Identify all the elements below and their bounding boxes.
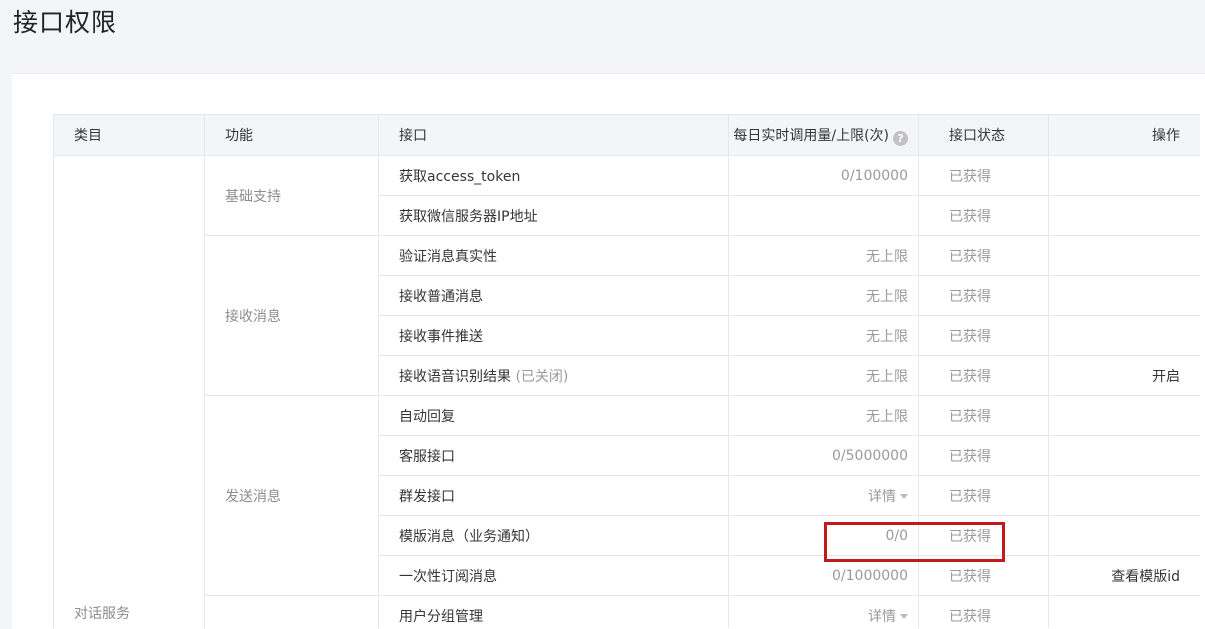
api-closed-note: (已关闭)	[515, 368, 569, 385]
api-name: 客服接口	[378, 435, 729, 476]
api-operation	[1048, 595, 1200, 628]
help-icon[interactable]: ?	[893, 130, 908, 146]
api-operation	[1048, 515, 1200, 556]
api-status: 已获得	[918, 555, 1049, 596]
function-group-send: 发送消息	[204, 395, 379, 596]
api-quota: 0/100000	[728, 155, 919, 196]
api-quota: 无上限	[728, 315, 919, 356]
api-operation	[1048, 395, 1200, 436]
api-status: 已获得	[918, 355, 1049, 396]
api-status: 已获得	[918, 395, 1049, 436]
api-name: 自动回复	[378, 395, 729, 436]
api-name: 模版消息（业务通知）	[378, 515, 729, 556]
api-name: 接收普通消息	[378, 275, 729, 316]
function-group-receive: 接收消息	[204, 235, 379, 396]
api-operation	[1048, 155, 1200, 196]
api-status: 已获得	[918, 275, 1049, 316]
api-operation	[1048, 315, 1200, 356]
table-row: 用户分组管理 详情 已获得	[54, 595, 1200, 628]
api-quota: 0/5000000	[728, 435, 919, 476]
api-operation	[1048, 435, 1200, 476]
api-permission-table: 类目 功能 接口 每日实时调用量/上限(次)? 接口状态 操作 对话服务 基础支…	[53, 114, 1200, 628]
api-status: 已获得	[918, 315, 1049, 356]
api-quota: 无上限	[728, 395, 919, 436]
caret-down-icon	[900, 613, 908, 619]
api-operation-cell: 查看模版id	[1048, 555, 1200, 596]
table-row: 发送消息 自动回复 无上限 已获得	[54, 395, 1200, 596]
api-operation	[1048, 275, 1200, 316]
api-quota: 无上限	[728, 355, 919, 396]
api-quota: 0/0	[728, 515, 919, 556]
details-dropdown[interactable]: 详情	[868, 609, 908, 625]
api-name: 获取access_token	[378, 155, 729, 196]
enable-link[interactable]: 开启	[1152, 369, 1180, 385]
caret-down-icon	[900, 493, 908, 499]
api-name: 接收事件推送	[378, 315, 729, 356]
category-cell: 对话服务	[53, 155, 205, 628]
api-quota: 0/1000000	[728, 555, 919, 596]
function-group-user	[204, 595, 379, 628]
details-dropdown[interactable]: 详情	[868, 489, 908, 505]
api-operation	[1048, 475, 1200, 516]
page-title: 接口权限	[13, 8, 118, 37]
api-name: 获取微信服务器IP地址	[378, 195, 729, 236]
api-status: 已获得	[918, 155, 1049, 196]
header-api: 接口	[378, 114, 729, 156]
api-status: 已获得	[918, 195, 1049, 236]
api-status: 已获得	[918, 515, 1049, 556]
api-operation-cell: 开启	[1048, 355, 1200, 396]
header-operation: 操作	[1048, 114, 1200, 156]
api-name: 一次性订阅消息	[378, 555, 729, 596]
api-name: 验证消息真实性	[378, 235, 729, 276]
api-status: 已获得	[918, 235, 1049, 276]
api-name: 用户分组管理	[378, 595, 729, 628]
view-template-id-link[interactable]: 查看模版id	[1111, 569, 1180, 585]
header-status: 接口状态	[918, 114, 1049, 156]
api-quota: 无上限	[728, 275, 919, 316]
header-quota: 每日实时调用量/上限(次)?	[728, 114, 919, 156]
api-status: 已获得	[918, 595, 1049, 628]
api-quota: 无上限	[728, 235, 919, 276]
details-label: 详情	[868, 488, 896, 505]
api-status: 已获得	[918, 435, 1049, 476]
api-operation	[1048, 235, 1200, 276]
table-row: 对话服务 基础支持 获取access_token 0/100000 已获得	[53, 155, 1200, 628]
details-label: 详情	[868, 608, 896, 625]
table-row: 接收消息 验证消息真实性 无上限 已获得	[54, 235, 1200, 396]
header-category: 类目	[53, 114, 205, 156]
api-status: 已获得	[918, 475, 1049, 516]
api-permission-table-container: 类目 功能 接口 每日实时调用量/上限(次)? 接口状态 操作 对话服务 基础支…	[53, 114, 1200, 628]
api-name-cell: 接收语音识别结果 (已关闭)	[378, 355, 729, 396]
api-quota	[728, 195, 919, 236]
api-name: 群发接口	[378, 475, 729, 516]
api-operation	[1048, 195, 1200, 236]
function-group-basic: 基础支持	[204, 155, 379, 236]
header-quota-label: 每日实时调用量/上限(次)	[733, 127, 889, 144]
api-name: 接收语音识别结果	[399, 368, 511, 385]
table-header-row: 类目 功能 接口 每日实时调用量/上限(次)? 接口状态 操作	[53, 114, 1200, 156]
api-quota-cell: 详情	[728, 595, 919, 628]
header-function: 功能	[204, 114, 379, 156]
api-quota-cell: 详情	[728, 475, 919, 516]
